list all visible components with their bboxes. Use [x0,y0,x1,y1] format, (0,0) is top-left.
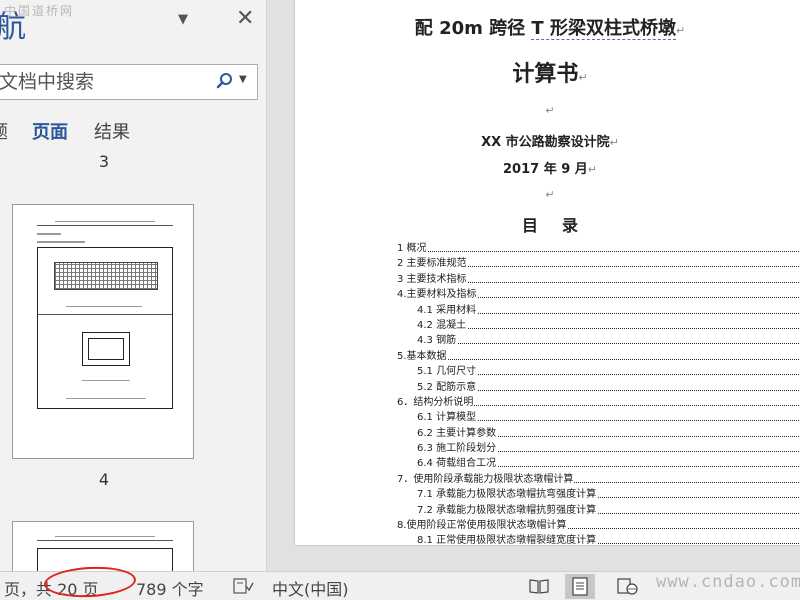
watermark-bottom: www.cndao.com [656,572,800,592]
search-input[interactable] [0,65,207,99]
thumbnail-page-number: 3 [98,152,110,171]
toc-entry[interactable]: 5.基本数据 [397,349,800,364]
toc-entry-label: 6.3 施工阶段划分 [417,443,498,455]
toc-entry[interactable]: 8.使用阶段正常使用极限状态墩帽计算1 [397,518,800,533]
tab-results[interactable]: 结果 [94,118,130,144]
toc-entry-label: 5.2 配筋示意 [417,381,478,393]
navigation-pane: 航 中国道桥网 ▼ ✕ ▼ 题 页面 结果 3 4 [0,0,267,571]
toc-entry-label: 2 主要标准规范 [397,258,468,270]
toc-entry-label: 5.1 几何尺寸 [417,366,478,378]
toc-leader-dots [397,251,800,252]
toc-entry-label: 6.1 计算模型 [417,412,478,424]
paragraph-mark: ↵ [545,188,555,201]
document-title-line2: 计算书↵ [512,62,588,87]
table-of-contents: 1 概况 2 主要标准规范 3 主要技术指标 4.主要材料及指标 4.1 采用材料 4.2… [397,241,800,545]
web-layout-icon[interactable] [612,574,642,599]
toc-entry-label: 4.主要材料及指标 [397,289,478,301]
toc-entry-label: 6．结构分析说明 [397,396,475,408]
thumbnail-section-drawing [82,332,130,366]
toc-entry-label: 4.1 采用材料 [417,304,478,316]
nav-tabs: 题 页面 结果 [0,116,266,146]
paragraph-mark: ↵ [545,104,555,117]
toc-entry[interactable]: 4.3 钢筋 [397,333,800,348]
toc-entry[interactable]: 6.4 荷载组合工况 [397,456,800,471]
toc-entry-label: 7.1 承载能力极限状态墩帽抗弯强度计算 [417,489,598,501]
toc-leader-dots [417,343,800,345]
toc-entry-label: 7.2 承载能力极限状态墩帽抗剪强度计算 [417,504,598,516]
print-layout-icon[interactable] [565,574,595,599]
toc-entry[interactable]: 6．结构分析说明 [397,395,800,410]
toc-entry[interactable]: 4.1 采用材料 [397,303,800,318]
toc-entry[interactable]: 6.3 施工阶段划分 [397,441,800,456]
toc-entry[interactable]: 4.主要材料及指标 [397,287,800,302]
caret-down-icon[interactable]: ▼ [178,12,188,27]
toc-entry[interactable]: 7.1 承载能力极限状态墩帽抗弯强度计算 [397,487,800,502]
thumbnail-page-number: 4 [98,470,110,489]
language-indicator[interactable]: 中文(中国) [272,576,349,600]
watermark-top: 中国道桥网 [4,4,75,18]
organization-name: XX 市公路勘察设计院↵ [481,135,619,150]
read-mode-icon[interactable] [524,574,554,599]
toc-entry-label: 6.4 荷载组合工况 [417,458,498,470]
toc-entry-label: 5.基本数据 [397,350,448,362]
document-area: 配 20m 跨径 T 形梁双柱式桥墩↵ 计算书↵ ↵ XX 市公路勘察设计院↵ … [267,0,800,571]
toc-entry-label: 1 概况 [397,243,428,254]
page-thumbnail-4[interactable] [12,521,194,571]
toc-entry[interactable]: 1 概况 [397,241,800,256]
toc-entry-label: 4.3 钢筋 [417,335,458,347]
toc-leader-dots [417,327,800,329]
toc-entry[interactable]: 2 主要标准规范 [397,256,800,271]
thumbnail-drawing-frame [37,247,173,409]
word-count[interactable]: 789 个字 [136,576,204,600]
document-page[interactable]: 配 20m 跨径 T 形梁双柱式桥墩↵ 计算书↵ ↵ XX 市公路勘察设计院↵ … [295,0,800,545]
toc-entry[interactable]: 6.2 主要计算参数 [397,426,800,441]
page-count[interactable]: 页，共 20 页 [4,576,99,600]
toc-entry-label: 8.1 正常使用极限状态墩帽裂缝宽度计算 [417,535,598,545]
tab-pages[interactable]: 页面 [32,118,68,144]
toc-entry[interactable]: 3 主要技术指标 [397,272,800,287]
toc-heading: 目录 [521,216,602,235]
nav-search-box: ▼ [0,64,258,100]
toc-entry[interactable]: 7.2 承载能力极限状态墩帽抗剪强度计算1 [397,503,800,518]
toc-leader-dots [397,358,800,360]
toc-entry-label: 7．使用阶段承载能力极限状态墩帽计算 [397,473,575,485]
document-date: 2017 年 9 月↵ [502,162,598,177]
thumbnail-elevation-drawing [54,262,158,290]
close-icon[interactable]: ✕ [236,6,254,31]
toc-entry-label: 6.2 主要计算参数 [417,427,498,439]
search-icon[interactable] [215,71,235,91]
page-thumbnail-3[interactable] [12,204,194,459]
toc-entry-label: 4.2 混凝土 [417,319,468,331]
toc-entry[interactable]: 5.1 几何尺寸 [397,364,800,379]
toc-entry-label: 3 主要技术指标 [397,273,468,285]
toc-entry[interactable]: 5.2 配筋示意 [397,380,800,395]
toc-entry[interactable]: 4.2 混凝土 [397,318,800,333]
tab-headings[interactable]: 题 [0,118,8,144]
toc-entry[interactable]: 8.1 正常使用极限状态墩帽裂缝宽度计算1 [397,533,800,545]
document-title-line1: 配 20m 跨径 T 形梁双柱式桥墩↵ [414,18,686,40]
proofing-icon[interactable] [232,577,254,595]
toc-entry[interactable]: 7．使用阶段承载能力极限状态墩帽计算 [397,472,800,487]
toc-entry-label: 8.使用阶段正常使用极限状态墩帽计算 [397,520,568,532]
search-options-chevron-icon[interactable]: ▼ [239,74,247,85]
toc-entry[interactable]: 6.1 计算模型 [397,410,800,425]
